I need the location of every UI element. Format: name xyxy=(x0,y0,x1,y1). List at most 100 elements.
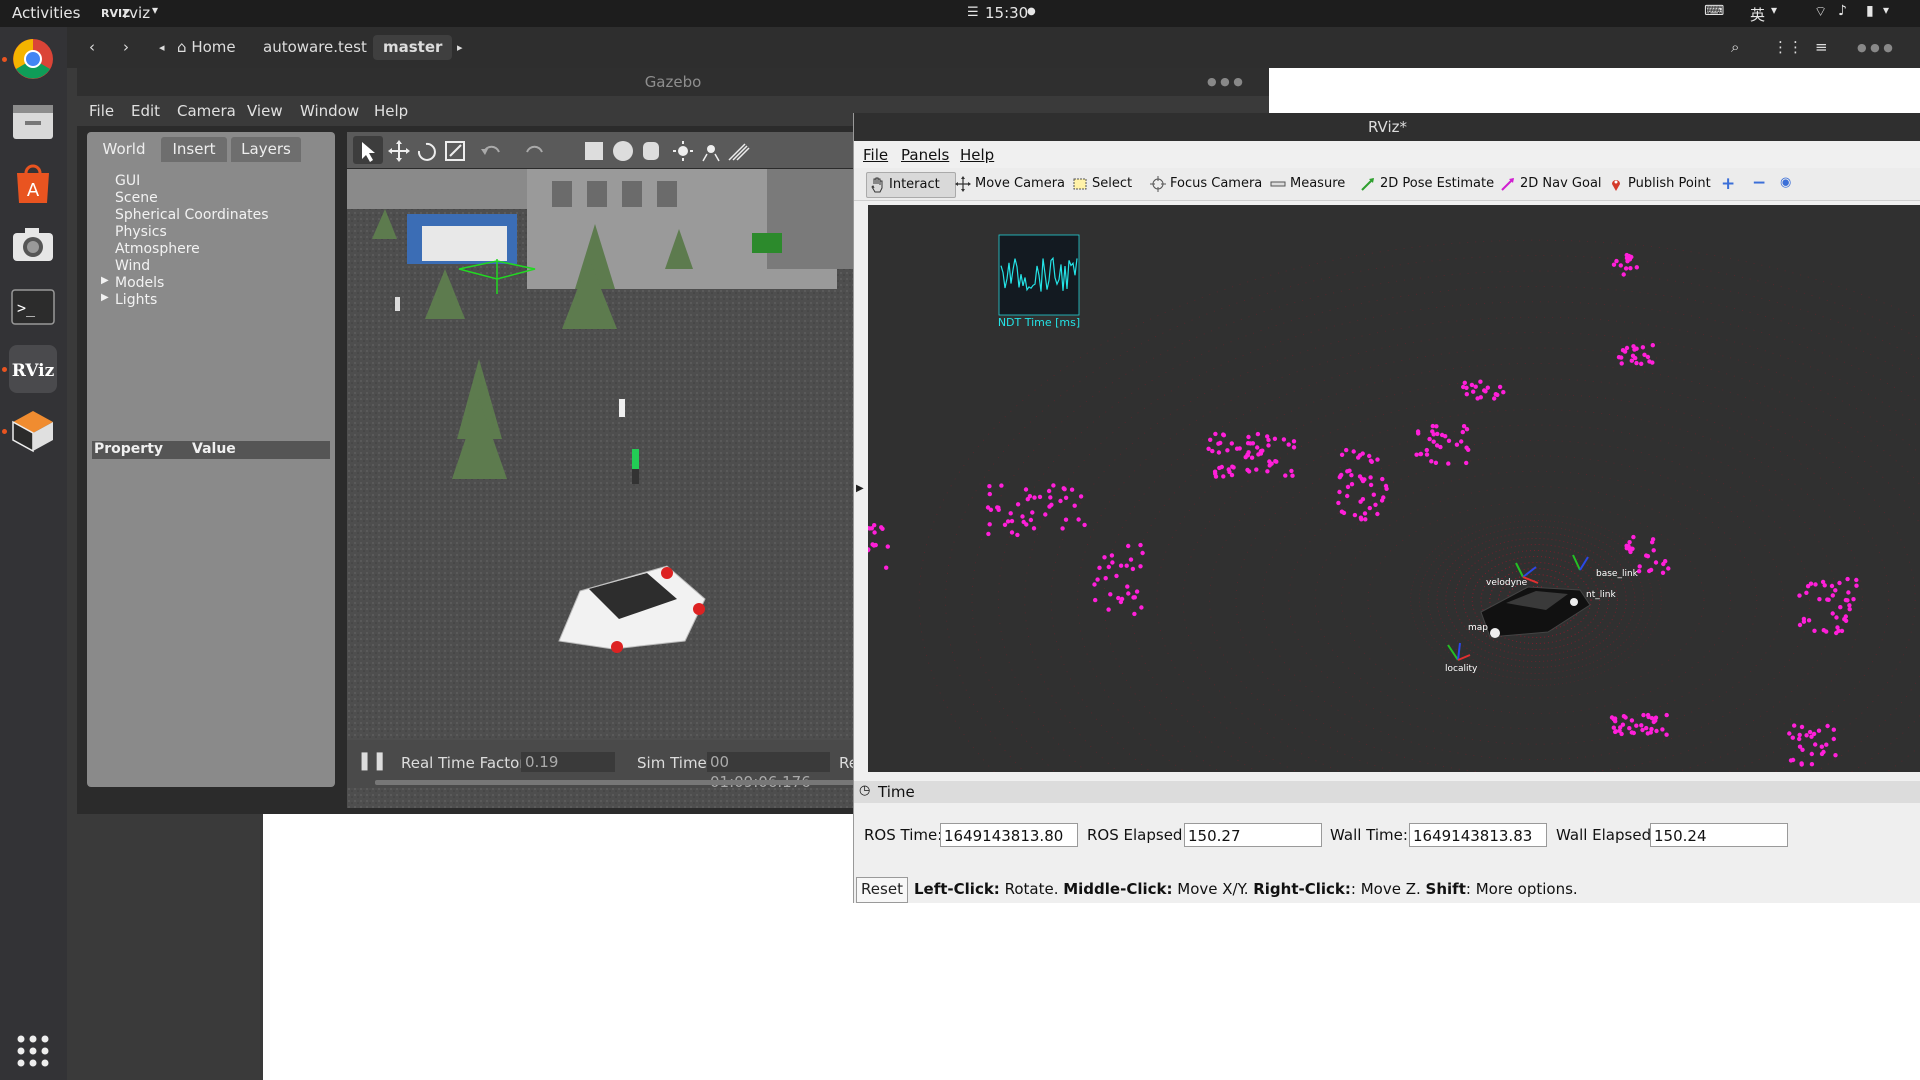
rv-menu-help[interactable]: Help xyxy=(960,146,994,164)
remove-tool-icon[interactable]: − xyxy=(1752,173,1766,193)
svg-text:RViz: RViz xyxy=(12,361,55,381)
select-box-icon xyxy=(1073,178,1087,190)
svg-text:>_: >_ xyxy=(17,299,36,317)
tree-physics[interactable]: Physics xyxy=(115,224,167,240)
select-tool-icon[interactable] xyxy=(353,136,383,164)
help-right-click-val: : Move Z. xyxy=(1350,880,1426,898)
top-panel: Activities RVIZ rviz ▾ ☰ 15:30 ● ⌨ 英 ▾ ⌔… xyxy=(0,0,1920,27)
help-shift-val: : More options. xyxy=(1465,880,1578,898)
rviz-icon[interactable]: RViz xyxy=(9,345,57,393)
tab-layers[interactable]: Layers xyxy=(231,137,301,162)
spot-light-icon[interactable] xyxy=(702,145,720,162)
3d-box-icon[interactable] xyxy=(9,407,57,455)
software-center-icon[interactable]: A xyxy=(9,159,57,207)
gz-menu-help[interactable]: Help xyxy=(374,102,408,120)
select-tool[interactable]: Select xyxy=(1070,172,1132,196)
chevron-down-icon[interactable]: ▾ xyxy=(152,3,158,17)
add-tool-icon[interactable]: + xyxy=(1721,174,1735,194)
notification-icon[interactable]: ☰ xyxy=(967,5,979,20)
measure-label: Measure xyxy=(1290,176,1346,191)
chevron-down-icon[interactable]: ▾ xyxy=(1883,3,1889,17)
tree-lights[interactable]: Lights xyxy=(115,292,157,308)
gz-menu-file[interactable]: File xyxy=(89,102,114,120)
rviz-3d-view[interactable]: NDT Time [ms] velodyne base_link map nt_… xyxy=(868,205,1920,772)
terminal-icon[interactable]: >_ xyxy=(9,283,57,331)
path-autoware[interactable]: autoware.test xyxy=(253,35,377,60)
publish-point-tool[interactable]: Publish Point xyxy=(1606,172,1711,196)
gz-menu-camera[interactable]: Camera xyxy=(177,102,236,120)
cylinder-shape-icon[interactable] xyxy=(643,142,659,160)
tool-properties-icon[interactable]: ◉ xyxy=(1780,175,1791,190)
frame-label-nt-link: nt_link xyxy=(1586,590,1616,600)
rotate-tool-icon[interactable] xyxy=(417,142,436,161)
battery-icon[interactable]: ▮ xyxy=(1866,3,1874,19)
overlay-label: NDT Time [ms] xyxy=(998,316,1080,329)
path-master[interactable]: master xyxy=(373,35,453,60)
horizontal-scrollbar[interactable] xyxy=(375,780,855,785)
help-left-click-key: Left-Click: xyxy=(914,880,1000,898)
expand-arrow-icon[interactable]: ▶ xyxy=(101,275,109,286)
focus-camera-tool[interactable]: Focus Camera xyxy=(1148,172,1262,196)
frame-label-velodyne: velodyne xyxy=(1486,578,1528,588)
show-applications-icon[interactable] xyxy=(9,1027,57,1075)
chrome-icon[interactable] xyxy=(9,35,57,83)
gz-menu-edit[interactable]: Edit xyxy=(131,102,160,120)
rviz-toolbar: Interact Move Camera Select Focus Camera… xyxy=(854,168,1920,201)
move-camera-tool[interactable]: Move Camera xyxy=(953,172,1065,196)
running-indicator xyxy=(2,57,7,62)
wifi-icon[interactable]: ⌔ xyxy=(1814,3,1827,21)
gz-menu-view[interactable]: View xyxy=(247,102,283,120)
activities-button[interactable]: Activities xyxy=(12,4,80,22)
ros-elapsed-field[interactable]: 150.27 xyxy=(1184,823,1322,847)
chevron-down-icon[interactable]: ▾ xyxy=(1771,3,1777,17)
app-menu-label[interactable]: rviz xyxy=(123,4,150,22)
redo-icon[interactable] xyxy=(526,145,543,153)
collapse-panel-icon[interactable]: ▶ xyxy=(856,483,864,494)
clock[interactable]: 15:30 xyxy=(985,4,1028,22)
tree-atmosphere[interactable]: Atmosphere xyxy=(115,241,200,257)
back-icon[interactable]: ‹ xyxy=(79,35,105,60)
wall-time-field[interactable]: 1649143813.83 xyxy=(1409,823,1547,847)
measure-tool[interactable]: Measure xyxy=(1268,172,1345,196)
translate-tool-icon[interactable] xyxy=(388,140,410,162)
window-controls-icon[interactable]: ● ● ● xyxy=(1847,35,1903,60)
expand-arrow-icon[interactable]: ▶ xyxy=(101,292,109,303)
tree-scene[interactable]: Scene xyxy=(115,190,158,206)
rv-menu-panels[interactable]: Panels xyxy=(901,146,949,164)
volume-icon[interactable]: ♪ xyxy=(1838,3,1847,19)
path-right-icon[interactable]: ▸ xyxy=(447,35,473,60)
files-icon[interactable] xyxy=(9,97,57,145)
green-arrow-icon xyxy=(1361,178,1374,191)
nav-goal-tool[interactable]: 2D Nav Goal xyxy=(1498,172,1602,196)
magenta-arrow-icon xyxy=(1501,178,1514,191)
gz-menu-window[interactable]: Window xyxy=(300,102,359,120)
directional-light-icon[interactable] xyxy=(728,143,750,161)
tab-insert[interactable]: Insert xyxy=(161,137,227,162)
input-method[interactable]: 英 xyxy=(1750,4,1765,25)
tree-models[interactable]: Models xyxy=(115,275,164,291)
wall-elapsed-field[interactable]: 150.24 xyxy=(1650,823,1788,847)
reset-button[interactable]: Reset xyxy=(856,877,908,903)
forward-icon[interactable]: › xyxy=(113,35,139,60)
pause-icon[interactable]: ❚❚ xyxy=(357,750,387,771)
point-light-icon[interactable] xyxy=(673,141,693,161)
window-controls-icon[interactable]: ● ● ● xyxy=(1207,75,1243,88)
path-home[interactable]: ⌂ Home xyxy=(167,35,246,60)
search-icon[interactable]: ⌕ xyxy=(1721,35,1749,60)
status-dot-icon: ● xyxy=(1027,6,1036,17)
hamburger-icon[interactable]: ≡ xyxy=(1805,35,1838,60)
scale-tool-icon[interactable] xyxy=(445,141,465,161)
rv-menu-file[interactable]: File xyxy=(863,146,888,164)
box-shape-icon[interactable] xyxy=(585,142,603,160)
sphere-shape-icon[interactable] xyxy=(613,141,633,161)
screenshot-icon[interactable] xyxy=(9,221,57,269)
keyboard-icon[interactable]: ⌨ xyxy=(1704,3,1724,19)
ros-time-field[interactable]: 1649143813.80 xyxy=(940,823,1078,847)
pose-estimate-tool[interactable]: 2D Pose Estimate xyxy=(1358,172,1494,196)
tree-wind[interactable]: Wind xyxy=(115,258,150,274)
undo-icon[interactable] xyxy=(481,145,500,155)
tab-world[interactable]: World xyxy=(91,137,157,162)
tree-spherical-coordinates[interactable]: Spherical Coordinates xyxy=(115,207,269,223)
tree-gui[interactable]: GUI xyxy=(115,173,140,189)
interact-tool[interactable]: Interact xyxy=(866,172,956,198)
